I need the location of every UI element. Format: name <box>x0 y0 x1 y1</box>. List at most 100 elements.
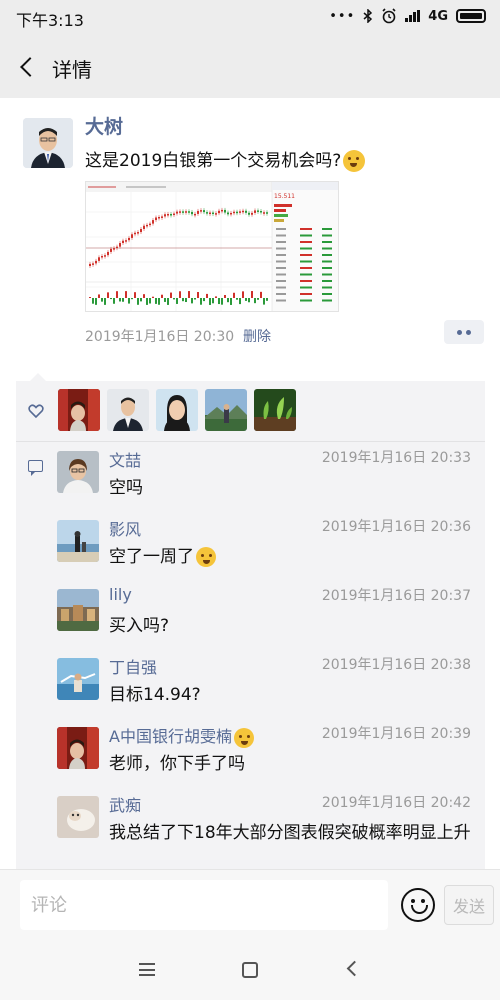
chart-candle <box>248 212 250 215</box>
chart-candle <box>212 212 214 215</box>
chart-macd-bar <box>116 291 118 298</box>
kiss-face-emoji <box>233 727 254 748</box>
comment-timestamp: 2019年1月16日 20:38 <box>321 657 471 673</box>
chart-candle <box>224 209 226 213</box>
chart-side-row <box>300 260 312 263</box>
chart-candle <box>116 246 118 249</box>
post-author-name[interactable]: 大树 <box>85 112 123 139</box>
commenter-name[interactable]: 丁自强 <box>109 654 157 678</box>
chart-candle <box>266 212 268 214</box>
chart-macd-bar <box>227 298 229 303</box>
chart-side-row <box>322 254 332 256</box>
chart-macd-bar <box>152 296 154 298</box>
commenter-name[interactable]: 文喆 <box>109 447 141 471</box>
chart-side-row <box>322 273 332 276</box>
status-time: 下午3:13 <box>16 11 84 30</box>
chart-side-row <box>322 293 332 295</box>
chart-candle <box>119 243 121 247</box>
likes-avatars <box>58 389 296 431</box>
commenter-avatar[interactable] <box>57 451 99 493</box>
chart-side-row <box>300 299 312 302</box>
page-title: 详情 <box>52 58 92 82</box>
commenter-avatar[interactable] <box>57 727 99 769</box>
like-avatar[interactable] <box>254 389 296 431</box>
chart-side-row <box>276 267 286 269</box>
chart-candle <box>110 248 112 252</box>
chart-candle <box>200 210 202 212</box>
chart-macd-bar <box>155 298 157 304</box>
chart-side-row <box>276 247 286 250</box>
chart-candle <box>170 213 172 216</box>
chart-side-row <box>322 299 332 302</box>
send-button[interactable]: 发送 <box>444 885 494 925</box>
chart-price-readout: 15.511 <box>274 193 295 200</box>
chart-macd-bar <box>239 298 241 305</box>
like-avatar[interactable] <box>107 389 149 431</box>
commenter-avatar[interactable] <box>57 520 99 562</box>
like-avatar[interactable] <box>156 389 198 431</box>
chart-side-row <box>322 280 332 282</box>
chart-candle <box>113 248 115 250</box>
battery-icon <box>456 9 486 23</box>
back-button[interactable] <box>10 50 44 84</box>
chart-macd-bar <box>143 294 145 298</box>
chart-candle <box>137 232 139 234</box>
more-dots-button[interactable] <box>444 320 484 344</box>
commenter-name[interactable]: 影风 <box>109 516 141 540</box>
home-icon[interactable] <box>242 962 258 978</box>
chart-candle <box>233 211 235 214</box>
chart-candle <box>95 260 97 264</box>
chart-macd-bar <box>110 298 112 300</box>
chart-candle <box>191 211 193 215</box>
chart-candle <box>239 211 241 213</box>
comment-text-content: 空了一周了 <box>109 547 194 567</box>
chart-macd-bar <box>254 298 256 304</box>
chart-macd-bar <box>257 298 259 300</box>
chart-macd-bar <box>164 298 166 302</box>
chart-macd-bar <box>185 298 187 303</box>
chart-side-row <box>300 241 312 243</box>
chart-macd-bar <box>242 291 244 298</box>
chart-macd-bar <box>200 298 202 305</box>
chart-candle <box>188 211 190 213</box>
chart-macd-bar <box>179 291 181 298</box>
commenter-avatar[interactable] <box>57 658 99 700</box>
chart-candle <box>245 210 247 213</box>
chart-candle <box>176 211 178 214</box>
chart-candle <box>98 257 100 261</box>
chart-candle <box>134 232 136 235</box>
chart-candle <box>143 225 145 230</box>
chart-macd-bar <box>92 298 94 304</box>
chart-macd-bar <box>167 298 169 305</box>
chart-macd-bar <box>236 298 238 300</box>
panel-divider <box>16 441 485 442</box>
author-avatar[interactable] <box>23 118 73 168</box>
chart-macd-bar <box>119 298 121 302</box>
chart-candle <box>158 216 160 219</box>
commenter-name[interactable]: lily <box>109 585 132 604</box>
chart-candle <box>236 211 238 214</box>
comment-text: 目标14.94? <box>109 685 201 705</box>
like-avatar[interactable] <box>205 389 247 431</box>
commenter-name[interactable]: A中国银行胡雯楠 <box>109 723 254 748</box>
chart-candle <box>155 217 157 221</box>
comment-input[interactable] <box>20 880 388 930</box>
commenter-name-text: A中国银行胡雯楠 <box>109 727 232 746</box>
back-icon[interactable] <box>346 960 363 977</box>
like-avatar[interactable] <box>58 389 100 431</box>
menu-icon[interactable] <box>139 963 155 976</box>
chart-side-row <box>300 273 312 276</box>
chart-side-row <box>322 260 332 263</box>
chart-candle <box>104 255 106 257</box>
alarm-icon <box>382 8 396 24</box>
delete-button[interactable]: 删除 <box>243 326 271 346</box>
commenter-name[interactable]: 武痴 <box>109 792 141 816</box>
chart-candle <box>161 216 163 218</box>
comment-timestamp: 2019年1月16日 20:39 <box>321 726 471 742</box>
smiley-icon[interactable] <box>401 888 435 922</box>
commenter-avatar[interactable] <box>57 796 99 838</box>
chart-side-row <box>276 254 286 256</box>
commenter-avatar[interactable] <box>57 589 99 631</box>
comment-text: 空吗 <box>109 478 143 498</box>
stock-chart-image[interactable]: 15.511 <box>85 181 339 312</box>
